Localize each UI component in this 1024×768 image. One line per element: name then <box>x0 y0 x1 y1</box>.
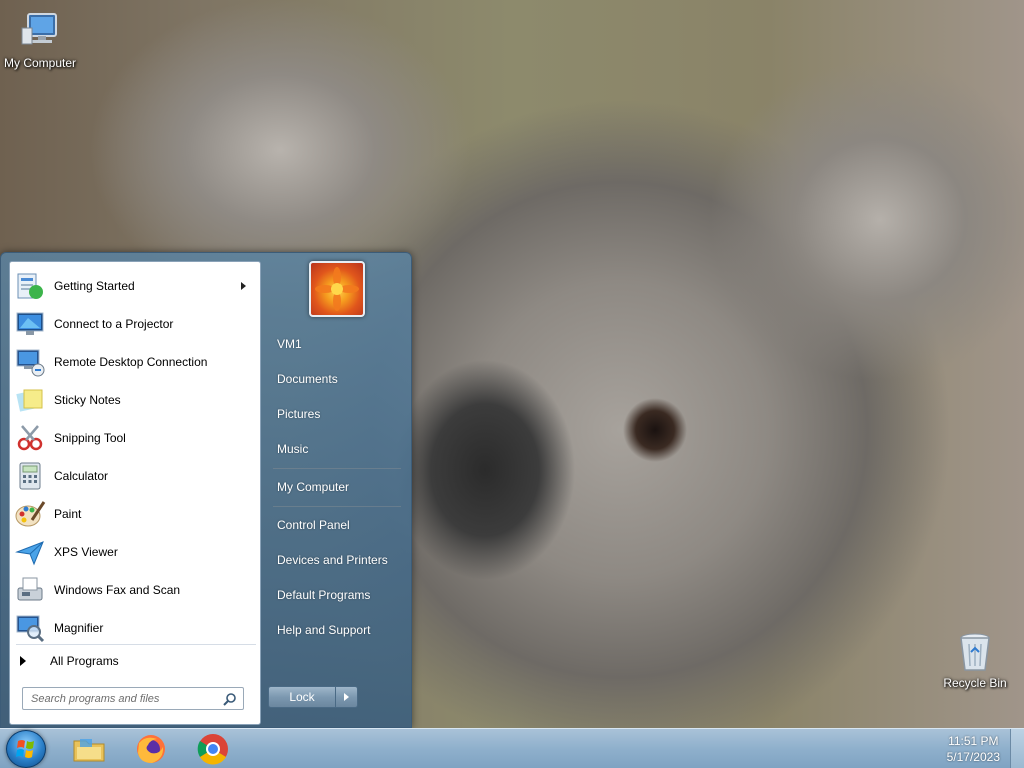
program-snipping-tool[interactable]: Snipping Tool <box>12 420 258 456</box>
sticky-notes-icon <box>14 384 46 416</box>
start-item-devices-printers[interactable]: Devices and Printers <box>269 545 403 575</box>
desktop-icon-recycle-bin[interactable]: Recycle Bin <box>935 630 1015 690</box>
show-desktop-button[interactable] <box>1010 729 1024 768</box>
start-item-label: Default Programs <box>277 588 371 602</box>
start-item-pictures[interactable]: Pictures <box>269 399 403 429</box>
start-item-music[interactable]: Music <box>269 434 403 464</box>
paint-icon <box>14 498 46 530</box>
program-remote-desktop[interactable]: Remote Desktop Connection <box>12 344 258 380</box>
triangle-right-icon <box>20 656 26 666</box>
start-item-label: My Computer <box>277 480 350 494</box>
start-item-my-computer[interactable]: My Computer <box>269 472 403 502</box>
taskbar-firefox[interactable] <box>124 731 178 767</box>
taskbar-explorer[interactable] <box>62 731 116 767</box>
start-item-control-panel[interactable]: Control Panel <box>269 510 403 540</box>
all-programs-label: All Programs <box>50 654 119 668</box>
desktop-icon-my-computer[interactable]: My Computer <box>0 10 80 70</box>
start-item-label: VM1 <box>277 337 302 351</box>
my-computer-icon <box>18 10 62 54</box>
recycle-bin-icon <box>953 630 997 674</box>
program-label: Windows Fax and Scan <box>54 583 181 597</box>
right-separator <box>273 468 401 469</box>
program-label: Paint <box>54 507 82 521</box>
programs-separator <box>16 644 256 645</box>
search-box[interactable] <box>22 687 244 710</box>
system-clock[interactable]: 11:51 PM 5/17/2023 <box>947 733 1000 765</box>
firefox-icon <box>137 735 165 763</box>
start-menu: Getting Started Connect to a Projector R… <box>0 252 412 728</box>
flower-icon <box>315 267 359 311</box>
chrome-icon <box>197 734 228 765</box>
lock-button[interactable]: Lock <box>268 686 336 708</box>
magnifier-icon <box>14 612 46 644</box>
calculator-icon <box>14 460 46 492</box>
start-item-label: Documents <box>277 372 338 386</box>
program-getting-started[interactable]: Getting Started <box>12 268 258 304</box>
start-button[interactable] <box>6 730 46 768</box>
desktop-icon-label: My Computer <box>3 56 77 70</box>
program-label: Remote Desktop Connection <box>54 355 208 369</box>
projector-icon <box>14 308 46 340</box>
remote-desktop-icon <box>14 346 46 378</box>
right-separator <box>273 506 401 507</box>
start-item-documents[interactable]: Documents <box>269 364 403 394</box>
program-xps-viewer[interactable]: XPS Viewer <box>12 534 258 570</box>
program-label: XPS Viewer <box>54 545 118 559</box>
program-magnifier[interactable]: Magnifier <box>12 610 258 646</box>
program-fax-scan[interactable]: Windows Fax and Scan <box>12 572 258 608</box>
start-item-user[interactable]: VM1 <box>269 329 403 359</box>
all-programs-button[interactable]: All Programs <box>12 648 258 674</box>
taskbar-chrome[interactable] <box>186 731 240 767</box>
program-label: Connect to a Projector <box>54 317 174 331</box>
program-label: Sticky Notes <box>54 393 121 407</box>
program-calculator[interactable]: Calculator <box>12 458 258 494</box>
search-icon[interactable] <box>223 692 237 706</box>
user-picture[interactable] <box>309 261 365 317</box>
search-input[interactable] <box>31 692 211 705</box>
triangle-right-icon <box>344 693 349 701</box>
submenu-arrow-icon <box>241 282 246 290</box>
start-menu-programs-pane: Getting Started Connect to a Projector R… <box>9 261 261 725</box>
program-label: Snipping Tool <box>54 431 126 445</box>
start-item-label: Control Panel <box>277 518 350 532</box>
windows-logo-icon <box>16 740 34 758</box>
program-paint[interactable]: Paint <box>12 496 258 532</box>
program-connect-projector[interactable]: Connect to a Projector <box>12 306 258 342</box>
start-item-label: Devices and Printers <box>277 553 388 567</box>
clock-time: 11:51 PM <box>948 734 999 748</box>
program-label: Magnifier <box>54 621 104 635</box>
start-item-label: Help and Support <box>277 623 371 637</box>
fax-scan-icon <box>14 574 46 606</box>
taskbar: 11:51 PM 5/17/2023 <box>0 728 1024 768</box>
start-item-help-support[interactable]: Help and Support <box>269 615 403 645</box>
program-sticky-notes[interactable]: Sticky Notes <box>12 382 258 418</box>
desktop-icon-label: Recycle Bin <box>943 676 1007 690</box>
start-item-default-programs[interactable]: Default Programs <box>269 580 403 610</box>
start-item-label: Pictures <box>277 407 321 421</box>
program-label: Calculator <box>54 469 109 483</box>
snipping-tool-icon <box>14 422 46 454</box>
program-label: Getting Started <box>54 279 135 293</box>
clock-date: 5/17/2023 <box>946 750 1000 764</box>
shutdown-options-button[interactable] <box>336 686 358 708</box>
xps-viewer-icon <box>14 536 46 568</box>
getting-started-icon <box>14 270 46 302</box>
file-explorer-icon <box>73 739 105 762</box>
start-item-label: Music <box>277 442 309 456</box>
